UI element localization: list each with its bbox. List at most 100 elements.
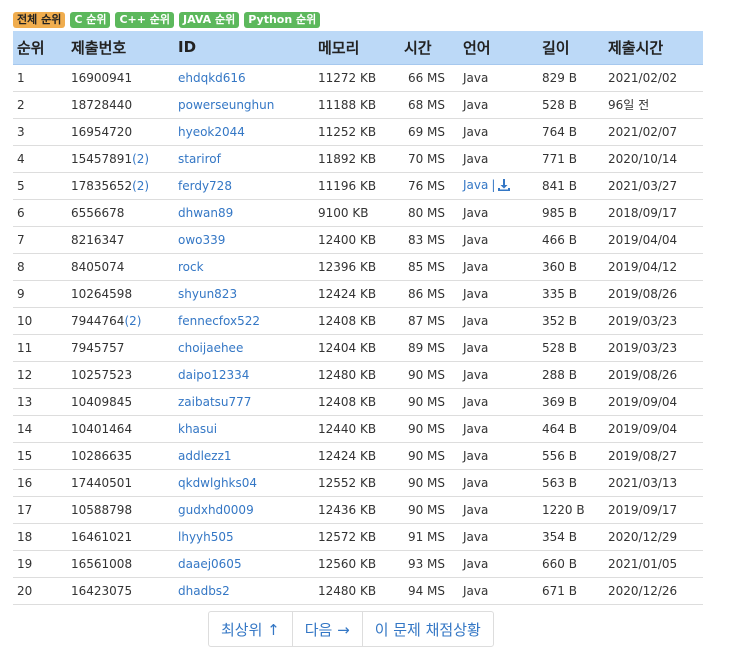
header-time[interactable]: 시간 xyxy=(400,31,459,65)
user-id-link[interactable]: ehdqkd616 xyxy=(178,71,246,85)
submit-time-cell: 2020/10/14 xyxy=(604,145,703,173)
code-length-cell: 556 B xyxy=(538,442,604,470)
user-id-link[interactable]: qkdwlghks04 xyxy=(178,476,257,490)
top-button[interactable]: 최상위 ↑ xyxy=(209,612,292,646)
submit-time-cell: 96일 전 xyxy=(604,91,703,119)
time-cell: 83 MS xyxy=(400,226,459,254)
table-row: 17 10588798 gudxhd0009 12436 KB 90 MS Java 122… xyxy=(13,496,703,524)
tab-cpp-ranking[interactable]: C++ 순위 xyxy=(115,12,175,28)
table-row: 13 10409845 zaibatsu777 12408 KB 90 MS Java 36… xyxy=(13,388,703,416)
user-id-cell: qkdwlghks04 xyxy=(174,469,314,497)
next-button[interactable]: 다음 → xyxy=(291,612,362,646)
memory-cell: 12408 KB xyxy=(314,388,400,416)
submission-number: 18728440 xyxy=(71,97,133,112)
code-length-cell: 335 B xyxy=(538,280,604,308)
submit-time-cell: 2021/03/13 xyxy=(604,469,703,497)
user-id-link[interactable]: powerseunghun xyxy=(178,98,274,112)
user-id-link[interactable]: fennecfox522 xyxy=(178,314,260,328)
tab-all-ranking[interactable]: 전체 순위 xyxy=(13,12,66,28)
language-cell: Java xyxy=(459,253,538,281)
time-cell: 91 MS xyxy=(400,523,459,551)
memory-cell: 12400 KB xyxy=(314,226,400,254)
code-length-cell: 528 B xyxy=(538,91,604,119)
tab-python-ranking[interactable]: Python 순위 xyxy=(244,12,321,28)
submission-count-link[interactable]: (2) xyxy=(132,152,149,166)
user-id-link[interactable]: addlezz1 xyxy=(178,449,232,463)
user-id-link[interactable]: starirof xyxy=(178,152,221,166)
user-id-cell: hyeok2044 xyxy=(174,118,314,146)
header-rank[interactable]: 순위 xyxy=(13,31,67,65)
table-row: 10 7944764(2) fennecfox522 12408 KB 87 MS Jav… xyxy=(13,307,703,335)
user-id-cell: fennecfox522 xyxy=(174,307,314,335)
tab-java-ranking[interactable]: JAVA 순위 xyxy=(179,12,240,28)
rank-cell: 5 xyxy=(13,172,67,200)
rank-cell: 20 xyxy=(13,577,67,605)
language-cell: Java xyxy=(459,388,538,416)
rank-cell: 17 xyxy=(13,496,67,524)
submission-number: 16954720 xyxy=(71,124,133,139)
memory-cell: 12560 KB xyxy=(314,550,400,578)
user-id-link[interactable]: daipo12334 xyxy=(178,368,249,382)
tab-c-ranking[interactable]: C 순위 xyxy=(70,12,111,28)
user-id-link[interactable]: gudxhd0009 xyxy=(178,503,254,517)
user-id-link[interactable]: owo339 xyxy=(178,233,225,247)
header-submission-id[interactable]: 제출번호 xyxy=(67,31,174,65)
submission-number: 15457891 xyxy=(71,151,133,166)
submit-time-cell: 2021/02/02 xyxy=(604,64,703,92)
submission-count-link[interactable]: (2) xyxy=(124,314,141,328)
table-row: 16 17440501 qkdwlghks04 12552 KB 90 MS Java 56… xyxy=(13,469,703,497)
header-code-length[interactable]: 길이 xyxy=(538,31,604,65)
user-id-link[interactable]: choijaehee xyxy=(178,341,243,355)
time-cell: 69 MS xyxy=(400,118,459,146)
submission-number: 16423075 xyxy=(71,583,133,598)
language-cell: Java xyxy=(459,145,538,173)
user-id-link[interactable]: dhadbs2 xyxy=(178,584,230,598)
memory-cell: 11892 KB xyxy=(314,145,400,173)
rank-cell: 18 xyxy=(13,523,67,551)
code-length-cell: 985 B xyxy=(538,199,604,227)
problem-status-button[interactable]: 이 문제 채점상황 xyxy=(361,612,493,646)
user-id-link[interactable]: dhwan89 xyxy=(178,206,233,220)
time-cell: 90 MS xyxy=(400,388,459,416)
rank-cell: 14 xyxy=(13,415,67,443)
user-id-link[interactable]: khasui xyxy=(178,422,217,436)
user-id-link[interactable]: rock xyxy=(178,260,204,274)
submission-number: 8405074 xyxy=(71,259,125,274)
download-icon[interactable] xyxy=(498,178,511,194)
memory-cell: 12396 KB xyxy=(314,253,400,281)
user-id-link[interactable]: daaej0605 xyxy=(178,557,242,571)
user-id-link[interactable]: hyeok2044 xyxy=(178,125,245,139)
submission-cell: 10588798 xyxy=(67,496,174,524)
user-id-link[interactable]: ferdy728 xyxy=(178,179,232,193)
table-row: 8 8405074 rock 12396 KB 85 MS Java 360 B 2019/0… xyxy=(13,253,703,281)
user-id-cell: lhyyh505 xyxy=(174,523,314,551)
user-id-link[interactable]: zaibatsu777 xyxy=(178,395,251,409)
rank-cell: 19 xyxy=(13,550,67,578)
time-cell: 90 MS xyxy=(400,361,459,389)
submit-time-cell: 2019/09/17 xyxy=(604,496,703,524)
submission-count-link[interactable]: (2) xyxy=(132,179,149,193)
user-id-link[interactable]: lhyyh505 xyxy=(178,530,234,544)
user-id-cell: powerseunghun xyxy=(174,91,314,119)
submission-number: 8216347 xyxy=(71,232,125,247)
table-row: 4 15457891(2) starirof 11892 KB 70 MS Java 771… xyxy=(13,145,703,173)
submit-time-cell: 2019/03/23 xyxy=(604,334,703,362)
language-link[interactable]: Java xyxy=(463,178,488,192)
time-cell: 90 MS xyxy=(400,469,459,497)
user-id-link[interactable]: shyun823 xyxy=(178,287,237,301)
header-memory[interactable]: 메모리 xyxy=(314,31,400,65)
submission-number: 17440501 xyxy=(71,475,133,490)
ranking-tabs: 전체 순위 C 순위 C++ 순위 JAVA 순위 Python 순위 xyxy=(13,12,321,29)
user-id-cell: dhadbs2 xyxy=(174,577,314,605)
submit-time-cell: 2019/08/26 xyxy=(604,280,703,308)
language-cell: Java xyxy=(459,64,538,92)
code-length-cell: 288 B xyxy=(538,361,604,389)
time-cell: 86 MS xyxy=(400,280,459,308)
header-user-id[interactable]: ID xyxy=(174,31,314,65)
memory-cell: 12424 KB xyxy=(314,442,400,470)
header-language[interactable]: 언어 xyxy=(459,31,538,65)
rank-cell: 2 xyxy=(13,91,67,119)
user-id-cell: daipo12334 xyxy=(174,361,314,389)
code-length-cell: 764 B xyxy=(538,118,604,146)
header-submit-time[interactable]: 제출시간 xyxy=(604,31,703,65)
